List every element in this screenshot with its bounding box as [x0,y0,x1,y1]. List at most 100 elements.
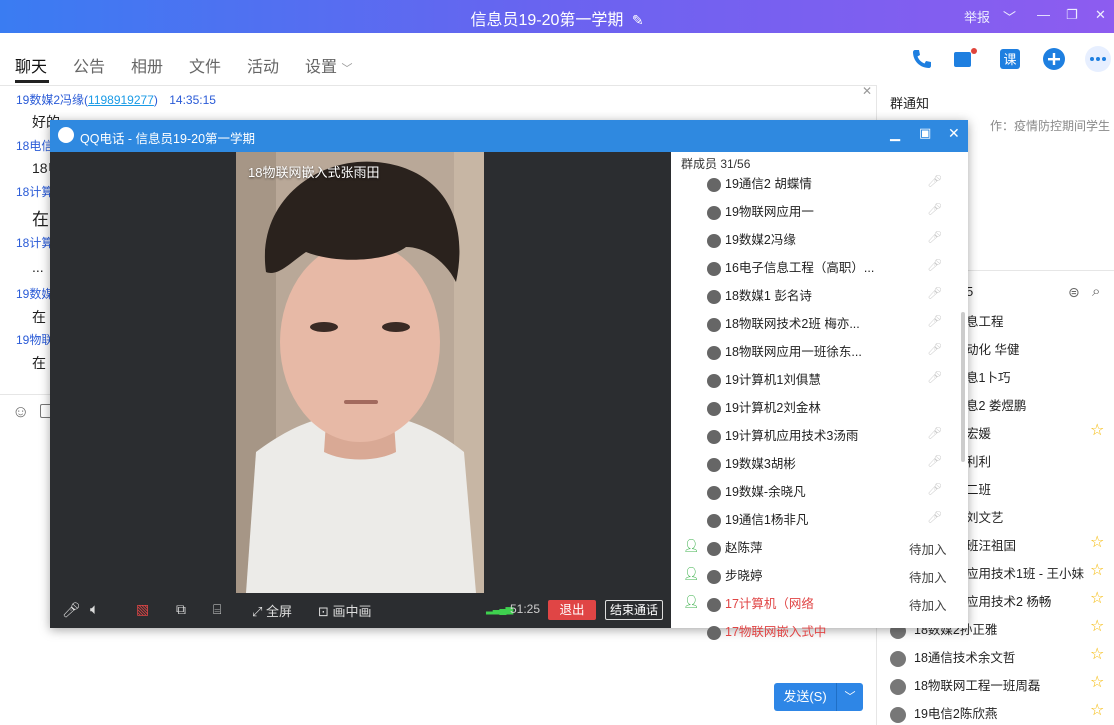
presentation-icon[interactable]: ⌸ [213,601,221,618]
star-icon: ☆ [1090,618,1105,635]
phone-icon[interactable] [910,47,934,71]
window-title: 信息员19-20第一学期 ✎ [0,6,1114,30]
chevron-down-icon[interactable]: ﹀ [1003,7,1016,26]
call-member-row[interactable]: 19通信2 胡蝶情 [707,173,812,193]
notice-title: 群通知 [890,96,930,111]
member-row[interactable]: 利利 [966,451,991,471]
member-row[interactable]: 19电信2陈欣燕 [890,703,997,723]
tab-settings[interactable]: 设置 ﹀ [305,53,352,77]
call-member-row[interactable]: 👤︎ 赵陈萍 [683,537,763,557]
avatar [707,597,721,612]
message-header: 18电信 [16,139,54,153]
qq-call-window: QQ电话 - 信息员19-20第一学期 ▁ ▣ ✕ 18物联网嵌入式张雨田 🎤︎ [50,120,968,640]
emoji-icon[interactable]: ☺ [12,402,29,422]
end-call-button[interactable]: 结束通话 [605,600,663,620]
call-member-row[interactable]: 16电子信息工程（高职）... [707,257,874,277]
call-member-row[interactable]: 👤︎ 17计算机（网络 [683,593,814,613]
call-member-row[interactable]: 19计算机应用技术3汤雨 [707,425,858,445]
member-row[interactable]: 刘文艺 [966,507,1004,527]
avatar [707,345,721,360]
screen-share-icon[interactable]: ⧉ [176,601,186,618]
call-title-bar: QQ电话 - 信息员19-20第一学期 ▁ ▣ ✕ [50,120,968,152]
member-row[interactable]: 动化 华健 [966,339,1019,359]
tab-chat[interactable]: 聊天 [15,53,47,77]
more-icon[interactable] [1084,45,1112,73]
message-body: ... [32,259,44,275]
person-icon: 👤︎ [683,538,700,553]
tab-files[interactable]: 文件 [189,53,221,77]
member-name: 利利 [966,455,992,469]
message-sender: 19数媒2冯缘( [16,93,89,107]
avatar [707,401,721,416]
member-row[interactable]: 宏媛 [966,423,991,443]
waiting-status: 待加入 [909,599,947,613]
call-minimize-icon[interactable]: ▁ [890,126,900,142]
member-row[interactable]: 息2 娄煜鹏 [966,395,1026,415]
call-member-row[interactable]: 19数媒3胡彬 [707,453,796,473]
member-row[interactable]: 18物联网工程一班周磊 [890,675,1040,695]
member-row[interactable]: 18通信技术余文哲 [890,647,1015,667]
member-row[interactable]: 息工程 [966,311,1004,331]
search-icon[interactable]: ⌕ [1092,283,1100,300]
exit-button[interactable]: 退出 [548,600,596,620]
send-button[interactable]: 发送(S) [774,683,836,711]
speaker-icon[interactable]: 🔈︎ [90,601,99,618]
call-close-icon[interactable]: ✕ [948,125,960,142]
call-member-row[interactable]: 17物联网嵌入式中 [707,621,826,641]
add-icon[interactable] [1042,47,1066,71]
notice-text[interactable]: 作：疫情防控期间学生 2... [990,117,1114,134]
pip-button[interactable]: ⊡ 画中画 [318,601,372,620]
mic-muted-icon: 🎤︎ [927,482,943,496]
call-member-row[interactable]: 👤︎ 步晓婷 [683,565,763,585]
avatar [707,289,721,304]
edit-title-icon[interactable]: ✎ [632,12,644,28]
call-member-row[interactable]: 19计算机1刘俱慧 [707,369,821,389]
call-member-row[interactable]: 18物联网应用一班徐东... [707,341,862,361]
minimize-icon[interactable]: — [1037,7,1050,22]
microphone-icon[interactable]: 🎤︎ [62,601,81,619]
member-row[interactable]: 应用技术2 杨畅 [966,591,1051,611]
call-maximize-icon[interactable]: ▣ [919,125,931,141]
tab-activities[interactable]: 活动 [247,53,279,77]
avatar [707,429,721,444]
call-member-name: 19物联网应用一 [725,205,814,219]
call-member-row[interactable]: 18物联网技术2班 梅亦... [707,313,860,333]
call-member-row[interactable]: 18数媒1 彭名诗 [707,285,812,305]
sender-qq-link[interactable]: 1198919277 [88,93,154,107]
restore-icon[interactable]: ❐ [1066,7,1078,23]
member-row[interactable]: 应用技术1班 - 王小妹 [966,563,1084,583]
camera-off-icon[interactable]: ▧ [136,601,149,618]
mic-muted-icon: 🎤︎ [927,202,943,216]
report-button[interactable]: 举报 [964,7,990,26]
call-member-name: 赵陈萍 [725,541,763,555]
scrollbar[interactable] [961,312,965,462]
call-member-row[interactable]: 19计算机2刘金林 [707,397,821,417]
member-name: 息2 娄煜鹏 [966,399,1027,413]
send-options-icon[interactable]: ﹀ [836,683,863,711]
call-member-row[interactable]: 19数媒-余晓凡 [707,481,806,501]
avatar [707,177,721,192]
call-member-row[interactable]: 19物联网应用一 [707,201,814,221]
member-name: 班汪祖囯 [966,539,1017,553]
fullscreen-button[interactable]: ⤢ 全屏 [252,601,292,620]
avatar [707,233,721,248]
tab-announcements[interactable]: 公告 [73,53,105,77]
video-call-icon[interactable] [953,47,977,71]
member-row[interactable]: 二班 [966,479,991,499]
message-body: 在 [32,210,49,229]
avatar [707,625,721,640]
close-notice-icon[interactable]: ✕ [862,84,872,98]
avatar [707,541,721,556]
title-bar: 信息员19-20第一学期 ✎ 举报 ﹀ — ❐ ✕ [0,0,1114,33]
member-row[interactable]: 班汪祖囯 [966,535,1016,555]
qq-logo-icon [58,127,74,143]
class-icon[interactable]: 课 [998,47,1022,71]
member-row[interactable]: 息1卜巧 [966,367,1010,387]
locate-member-icon[interactable]: ⊜ [1068,284,1080,301]
message-header: 19数媒 [16,287,54,301]
call-member-row[interactable]: 19数媒2冯缘 [707,229,796,249]
close-icon[interactable]: ✕ [1095,7,1106,23]
tab-album[interactable]: 相册 [131,53,163,77]
mic-muted-icon: 🎤︎ [927,230,943,244]
call-member-row[interactable]: 19通信1杨非凡 [707,509,808,529]
